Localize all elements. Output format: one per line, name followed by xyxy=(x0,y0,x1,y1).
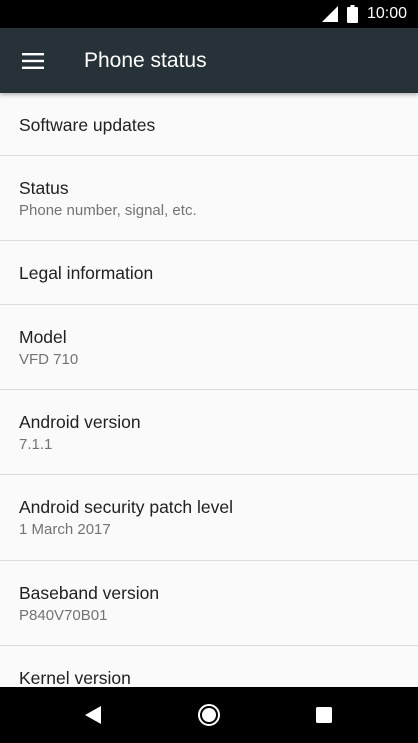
page-title: Phone status xyxy=(84,49,207,72)
list-item-title: Kernel version xyxy=(19,668,131,687)
back-icon xyxy=(85,706,101,724)
recents-button[interactable] xyxy=(310,701,338,729)
signal-icon xyxy=(322,6,338,22)
list-item-subtitle: 1 March 2017 xyxy=(19,521,111,538)
list-item-title: Software updates xyxy=(19,115,156,135)
list-item-title: Status xyxy=(19,178,69,198)
status-bar: 10:00 xyxy=(0,0,418,28)
list-item-subtitle: VFD 710 xyxy=(19,351,79,368)
list-item-subtitle: P840V70B01 xyxy=(19,607,108,624)
list-item-title: Model xyxy=(19,327,67,347)
home-icon xyxy=(198,704,220,726)
list-item-model[interactable]: Model VFD 710 xyxy=(0,305,418,390)
hamburger-menu-icon xyxy=(22,53,44,69)
status-time: 10:00 xyxy=(367,5,408,22)
list-item-title: Android security patch level xyxy=(19,497,233,517)
list-item-title: Legal information xyxy=(19,263,154,283)
list-item-subtitle: 7.1.1 xyxy=(19,436,53,453)
list-item-software-updates[interactable]: Software updates xyxy=(0,93,418,156)
recents-icon xyxy=(316,707,332,723)
list-item-baseband-version[interactable]: Baseband version P840V70B01 xyxy=(0,561,418,646)
list-item-security-patch-level[interactable]: Android security patch level 1 March 201… xyxy=(0,475,418,561)
back-button[interactable] xyxy=(79,701,107,729)
list-item-legal-information[interactable]: Legal information xyxy=(0,241,418,305)
list-item-title: Baseband version xyxy=(19,583,160,603)
home-button[interactable] xyxy=(195,701,223,729)
navigation-bar xyxy=(0,687,418,743)
list-item-subtitle: Phone number, signal, etc. xyxy=(19,202,197,219)
list-item-kernel-version[interactable]: Kernel version xyxy=(0,646,418,687)
list-item-android-version[interactable]: Android version 7.1.1 xyxy=(0,390,418,475)
list-item-title: Android version xyxy=(19,412,141,432)
list-item-status[interactable]: Status Phone number, signal, etc. xyxy=(0,156,418,241)
screen: 10:00 Phone status Software updates Stat… xyxy=(0,0,418,743)
app-bar: Phone status xyxy=(0,28,418,93)
settings-list: Software updates Status Phone number, si… xyxy=(0,93,418,687)
menu-button[interactable] xyxy=(12,40,54,82)
battery-icon xyxy=(347,5,358,23)
